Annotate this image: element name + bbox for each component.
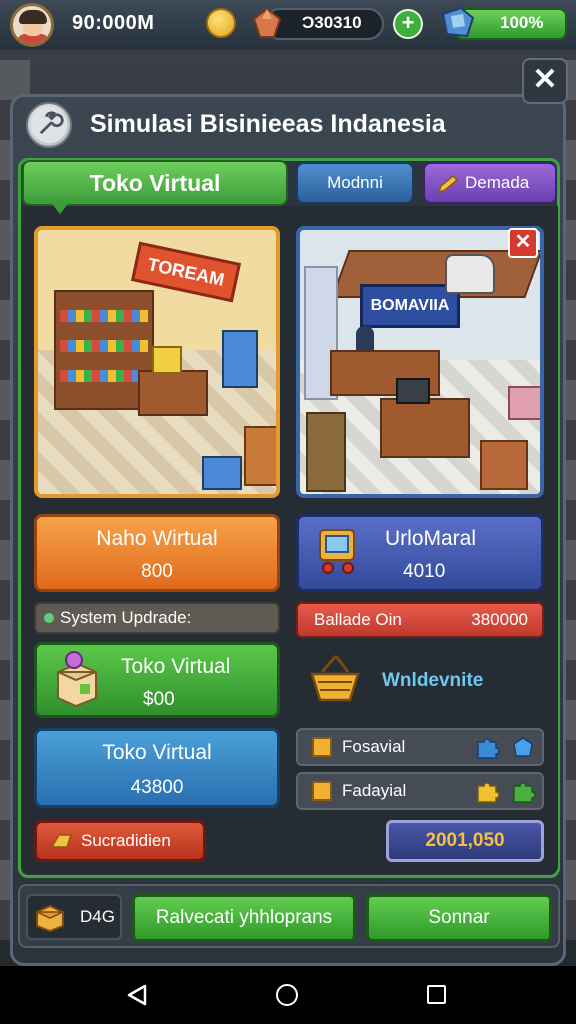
coin-stack-icon: [206, 8, 236, 38]
crate-stack: [244, 426, 276, 486]
status-dot-icon: [44, 613, 54, 623]
delivery-van: [445, 254, 495, 294]
system-update-label: System Updrade:: [60, 608, 192, 627]
goods-box: [152, 346, 182, 374]
sucradidien-button[interactable]: Sucradidien: [34, 820, 206, 862]
list-item-label: Fosavial: [342, 737, 406, 756]
store-scene-left[interactable]: TOREAM: [34, 226, 280, 498]
toko-virtual-green-title: Toko Virtual: [121, 655, 231, 678]
gold-bar-icon: [52, 834, 73, 848]
recent-apps-icon[interactable]: [427, 985, 446, 1004]
side-cabinet: [306, 412, 346, 492]
toko-virtual-blue-title: Toko Virtual: [102, 741, 212, 764]
money-counter: 90:000M: [72, 12, 155, 34]
system-update-bar[interactable]: System Updrade:: [34, 602, 280, 634]
grid-icon: [312, 781, 332, 801]
tab-toko-virtual[interactable]: Toko Virtual: [22, 160, 288, 214]
gem-value: Ͻ30310: [302, 13, 362, 32]
cash-register: [396, 378, 430, 404]
sucradidien-label: Sucradidien: [81, 831, 171, 850]
tab-demada-label: Demada: [465, 173, 530, 192]
blue-puzzle-icon: [477, 738, 500, 759]
list-item-fadayial[interactable]: Fadayial: [296, 772, 544, 810]
pencil-icon: [437, 174, 459, 194]
sonnar-button[interactable]: Sonnar: [366, 894, 552, 942]
energy-value: 100%: [500, 13, 544, 32]
goods-box-icon: [57, 651, 97, 708]
blue-gem-icon: [513, 737, 533, 757]
naho-wirtual-title: Naho Wirtual: [96, 527, 218, 550]
close-panel-button[interactable]: ✕: [522, 58, 568, 104]
fruit-crate: [480, 440, 528, 490]
balance-label: Ballade Oin: [314, 610, 402, 629]
cashier-person: [356, 326, 374, 352]
balance-bar: Ballade Oin 380000: [296, 602, 544, 638]
store-counter: [138, 370, 208, 416]
wishlist-label[interactable]: Wnldevnite: [382, 670, 483, 692]
tab-demada[interactable]: Demada: [423, 162, 557, 204]
score-display: 2001,050: [386, 820, 544, 862]
wrench-settings-icon: [26, 102, 72, 148]
home-icon[interactable]: [276, 984, 298, 1006]
list-item-fosavial[interactable]: Fosavial: [296, 728, 544, 766]
store-scene-right[interactable]: BOMAVIIA: [296, 226, 544, 498]
toko-virtual-green-value: $00: [143, 689, 175, 710]
dag-counter[interactable]: D4G: [26, 894, 122, 940]
toko-virtual-blue-value: 43800: [130, 777, 184, 798]
urlomaral-title: UrloMaral: [385, 527, 477, 550]
naho-wirtual-value: 800: [141, 561, 173, 582]
list-item-label: Fadayial: [342, 781, 407, 800]
dag-label: D4G: [80, 907, 115, 926]
drink-fridge: [222, 330, 258, 388]
shopping-cart-icon: [319, 529, 355, 574]
player-avatar[interactable]: [10, 3, 54, 47]
naho-wirtual-button[interactable]: Naho Wirtual 800: [34, 514, 280, 592]
yellow-puzzle-icon: [477, 782, 500, 803]
panel-title: Simulasi Bisinieeas Indanesia: [90, 110, 446, 138]
ralvecati-button[interactable]: Ralvecati yhhloprans: [132, 894, 356, 942]
urlomaral-value: 4010: [403, 561, 446, 582]
crate-icon: [36, 904, 64, 932]
balance-value: 380000: [471, 610, 528, 629]
back-icon[interactable]: [126, 984, 148, 1006]
basket-icon: [310, 655, 360, 702]
tab-modnni[interactable]: Modnni: [296, 162, 414, 204]
add-currency-button[interactable]: +: [393, 9, 423, 39]
gem-icon: [252, 7, 282, 38]
close-scene-button[interactable]: ✕: [508, 228, 538, 258]
energy-crystal-icon: [441, 6, 475, 38]
grid-icon: [312, 737, 332, 757]
register-counter: [380, 398, 470, 458]
green-puzzle-icon: [513, 782, 536, 803]
toko-virtual-blue-button[interactable]: Toko Virtual 43800: [34, 728, 280, 808]
